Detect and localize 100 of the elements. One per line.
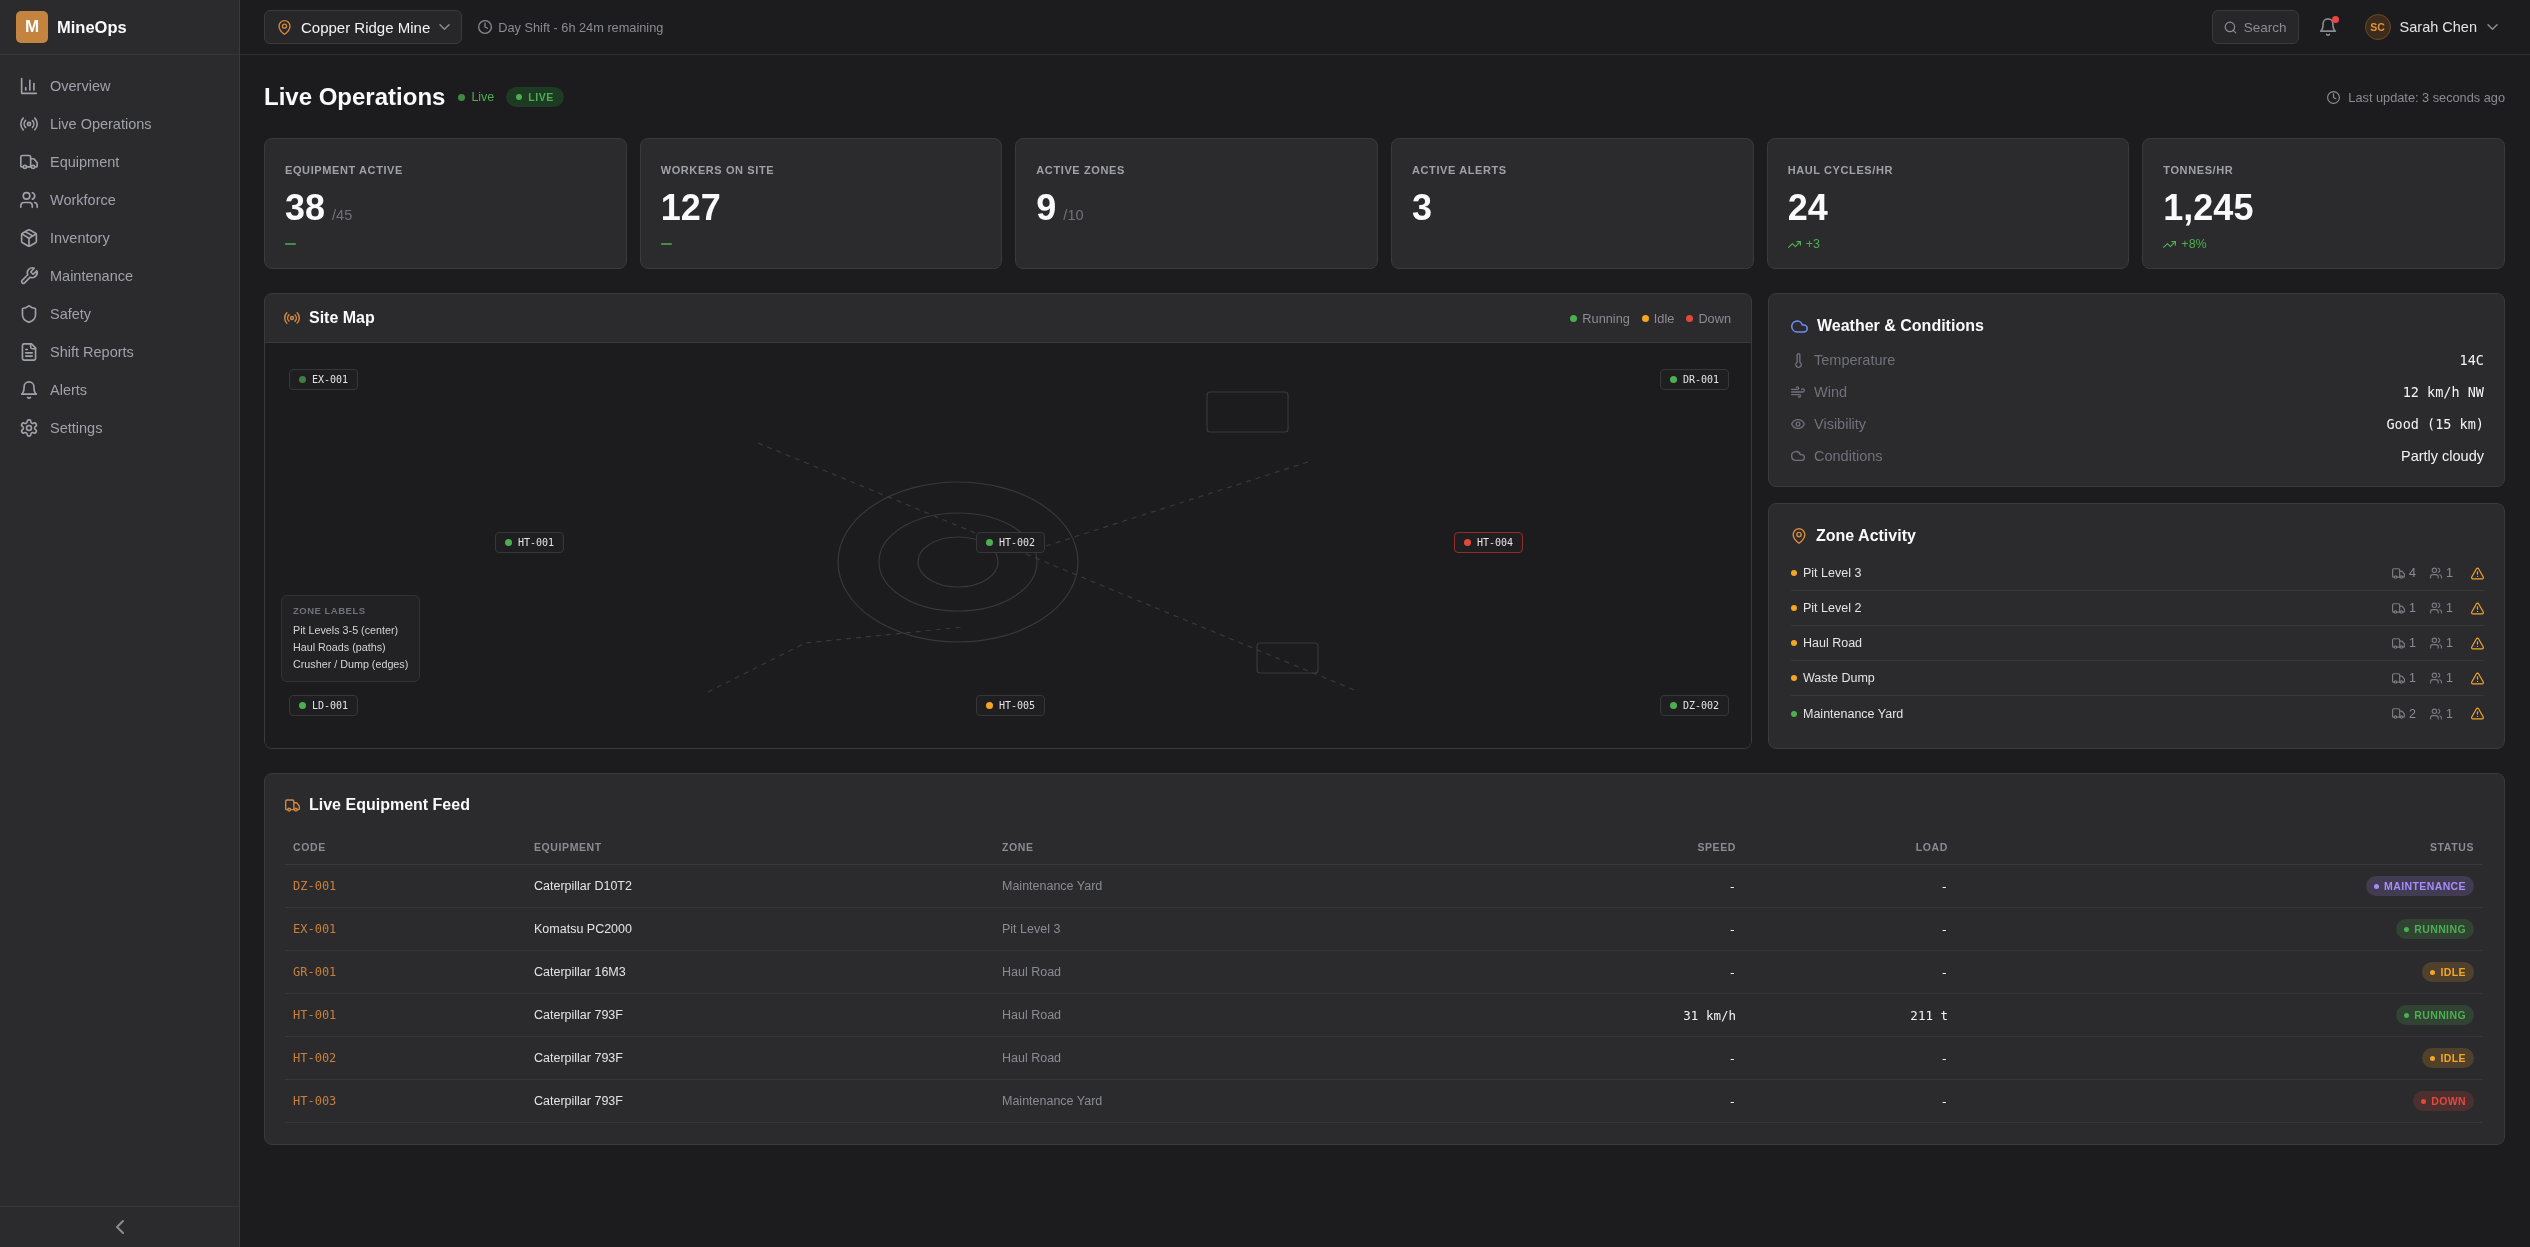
stat-label: WORKERS ON SITE (660, 164, 775, 177)
site-selector[interactable]: Copper Ridge Mine (264, 10, 463, 44)
clock-icon (2327, 90, 2341, 104)
nav-item[interactable]: Workforce (8, 181, 231, 219)
stat-label: ACTIVE ALERTS (1412, 164, 1507, 177)
live-dot-icon (516, 94, 523, 100)
weather-label: Temperature (1814, 352, 1896, 368)
document-icon (20, 343, 38, 361)
shift-status-text: Day Shift - 6h 24m remaining (498, 19, 664, 35)
equipment-marker[interactable]: HT-005 (976, 695, 1046, 716)
nav-item[interactable]: Live Operations (8, 105, 231, 143)
stat-value: 24 (1787, 190, 1828, 226)
radio-waves-icon (20, 115, 38, 133)
zone-label-text: Pit Levels 3-5 (center) (293, 623, 400, 638)
stat-value: 1,245 (2163, 190, 2254, 226)
equipment-marker[interactable]: DZ-002 (1660, 695, 1730, 716)
nav-item[interactable]: Shift Reports (8, 333, 231, 371)
stat-label: TONNES/HR (2163, 164, 2234, 177)
table-cell: 211 t (1744, 994, 1956, 1037)
zone-name: Maintenance Yard (1803, 706, 1904, 721)
table-cell: Haul Road (994, 951, 1464, 994)
table-cell: - (1464, 1037, 1744, 1080)
marker-code: HT-002 (999, 537, 1036, 548)
table-cell: Caterpillar 793F (526, 1080, 994, 1123)
weather-value: Partly cloudy (2401, 448, 2484, 464)
table-cell: - (1744, 865, 1956, 908)
card-title: Weather & Conditions (1817, 317, 1984, 335)
weather-label: Visibility (1814, 416, 1867, 432)
worker-count: 1 (2446, 636, 2453, 650)
trend-text: +8% (2181, 237, 2207, 251)
marker-code: EX-001 (312, 374, 349, 385)
eye-icon (1791, 417, 1805, 431)
zone-name: Pit Level 2 (1803, 601, 1862, 615)
status-text: IDLE (2440, 1052, 2466, 1064)
marker-code: DZ-002 (1683, 700, 1720, 711)
trend-text: +3 (1805, 237, 1820, 251)
weather-value: 14C (2459, 352, 2484, 368)
table-cell: EX-001 (285, 908, 526, 951)
table-cell: - (1464, 1080, 1744, 1123)
chevron-down-icon (2487, 24, 2498, 30)
map-pin-icon (277, 19, 292, 35)
equipment-marker[interactable]: EX-001 (289, 369, 359, 390)
worker-count: 1 (2446, 601, 2453, 615)
nav-item[interactable]: Alerts (8, 371, 231, 409)
nav-item[interactable]: Maintenance (8, 257, 231, 295)
nav-item[interactable]: Overview (8, 67, 231, 105)
stat-value: 3 (1412, 190, 1432, 226)
chevron-left-icon (115, 1220, 124, 1234)
nav-item[interactable]: Safety (8, 295, 231, 333)
table-cell: Maintenance Yard (994, 865, 1464, 908)
nav-item[interactable]: Equipment (8, 143, 231, 181)
table-cell: Caterpillar 793F (526, 1037, 994, 1080)
zone-labels-title: ZONE LABELS (293, 604, 367, 618)
legend-label: Running (1582, 310, 1630, 326)
zone-name: Pit Level 3 (1803, 566, 1862, 580)
table-cell: Maintenance Yard (994, 1080, 1464, 1123)
chevron-down-icon (439, 24, 451, 30)
equipment-marker[interactable]: DR-001 (1660, 369, 1730, 390)
package-icon (20, 229, 38, 247)
worker-count: 1 (2446, 566, 2453, 580)
marker-code: DR-001 (1683, 374, 1720, 385)
users-icon (2430, 602, 2443, 614)
table-cell: - (1744, 1080, 1956, 1123)
logo-mark: M (16, 11, 48, 43)
legend-label: Down (1698, 310, 1731, 326)
search-button[interactable]: Search (2211, 10, 2299, 44)
truck-icon (2392, 671, 2406, 685)
column-header: EQUIPMENT (526, 829, 994, 865)
table-cell: DZ-001 (285, 865, 526, 908)
table-cell: - (1744, 908, 1956, 951)
user-avatar: SC (2364, 14, 2391, 40)
bar-chart-icon (20, 77, 38, 95)
nav-item[interactable]: Inventory (8, 219, 231, 257)
page-title: Live Operations (264, 83, 446, 111)
equipment-marker[interactable]: HT-004 (1454, 532, 1524, 553)
equipment-marker[interactable]: LD-001 (289, 695, 359, 716)
marker-code: HT-004 (1477, 537, 1514, 548)
wind-icon (1791, 385, 1805, 399)
equipment-count: 4 (2409, 566, 2417, 580)
truck-icon (2392, 601, 2406, 615)
user-menu[interactable]: SC Sarah Chen (2364, 14, 2498, 40)
nav-item[interactable]: Settings (8, 409, 231, 447)
wrench-icon (20, 267, 38, 285)
equipment-marker[interactable]: HT-002 (976, 532, 1046, 553)
weather-value: 12 km/h NW (2402, 384, 2484, 400)
users-icon (2430, 707, 2443, 720)
column-header: SPEED (1464, 829, 1744, 865)
column-header: CODE (285, 829, 526, 865)
users-icon (2430, 672, 2443, 684)
equipment-marker[interactable]: HT-001 (495, 532, 565, 553)
zone-name: Haul Road (1803, 636, 1863, 650)
column-header: ZONE (994, 829, 1464, 865)
stat-label: EQUIPMENT ACTIVE (285, 164, 403, 177)
shield-icon (20, 305, 38, 323)
truck-icon (2392, 636, 2406, 650)
worker-count: 1 (2446, 706, 2453, 721)
truck-icon (2392, 707, 2406, 720)
status-text: RUNNING (2414, 923, 2466, 935)
table-cell: Caterpillar 793F (526, 994, 994, 1037)
last-update-text: Last update: 3 seconds ago (2348, 89, 2505, 105)
